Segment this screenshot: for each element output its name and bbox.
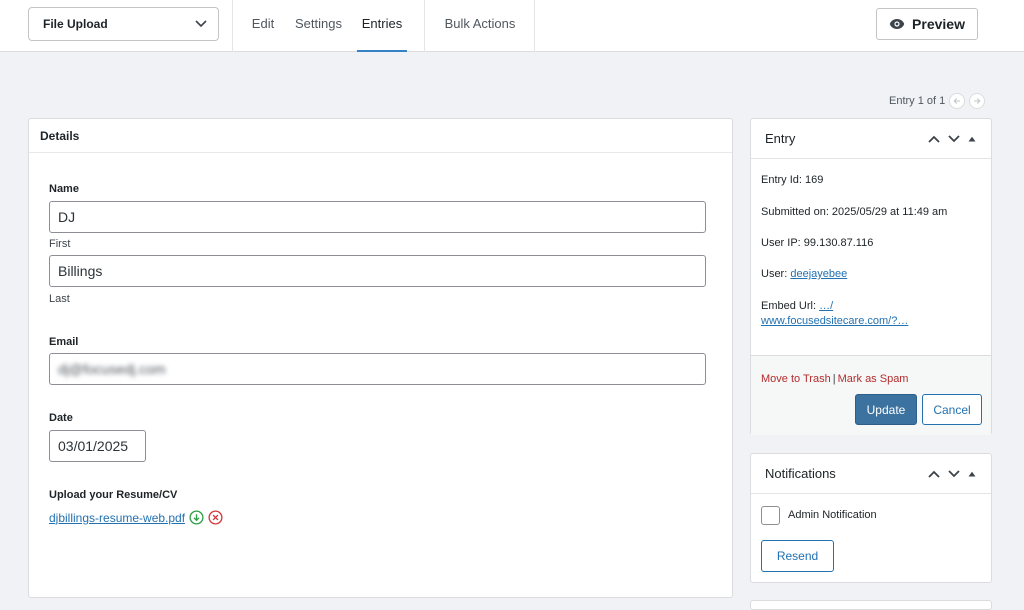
notifications-panel-header: Notifications	[751, 454, 991, 494]
move-up-button[interactable]	[927, 469, 941, 479]
entry-actions: Move to Trash | Mark as Spam Update Cancel	[751, 355, 991, 435]
form-selector-value: File Upload	[43, 17, 108, 31]
mark-as-spam-link[interactable]: Mark as Spam	[838, 373, 909, 385]
toolbar-divider	[232, 0, 233, 52]
preview-button[interactable]: Preview	[876, 8, 978, 40]
toolbar-divider	[424, 0, 425, 52]
date-input[interactable]	[49, 430, 146, 462]
submitted-on: Submitted on: 2025/05/29 at 11:49 am	[761, 206, 948, 218]
entry-panel: Entry Entry Id: 169 Submitted on: 2025/0…	[750, 118, 992, 435]
embed-url-link[interactable]: www.focusedsitecare.com/?…	[761, 315, 908, 327]
trash-spam-row: Move to Trash | Mark as Spam	[761, 373, 908, 385]
embed-url-label: Embed Url:	[761, 300, 817, 312]
chevron-down-icon	[948, 469, 960, 477]
chevron-up-icon	[928, 470, 940, 478]
user-ip: User IP: 99.130.87.116	[761, 237, 874, 249]
admin-notification-label: Admin Notification	[788, 509, 877, 521]
entry-panel-title: Entry	[765, 131, 796, 146]
arrow-right-icon	[974, 98, 981, 104]
tab-settings[interactable]: Settings	[294, 0, 343, 52]
move-down-button[interactable]	[947, 469, 961, 479]
chevron-up-icon	[928, 135, 940, 143]
entry-pager: Entry 1 of 1	[889, 92, 986, 110]
resend-button[interactable]: Resend	[761, 540, 834, 572]
prev-entry-button[interactable]	[949, 93, 966, 109]
next-panel	[750, 600, 992, 610]
preview-label: Preview	[912, 16, 965, 32]
name-label: Name	[49, 183, 79, 195]
collapse-toggle[interactable]	[967, 135, 977, 143]
details-panel: Details Name First Last Email dj@focused…	[28, 118, 733, 598]
first-sublabel: First	[49, 238, 71, 250]
move-down-button[interactable]	[947, 134, 961, 144]
user-row: User: deejayebee	[761, 267, 847, 282]
update-button[interactable]: Update	[855, 394, 917, 425]
toolbar-divider	[534, 0, 535, 52]
email-input[interactable]: dj@focusedj.com	[49, 353, 706, 385]
file-link[interactable]: djbillings-resume-web.pdf	[49, 511, 185, 525]
embed-url-row: Embed Url: …/	[761, 299, 833, 314]
tab-bulk-actions[interactable]: Bulk Actions	[444, 0, 516, 52]
upload-label: Upload your Resume/CV	[49, 489, 178, 501]
delete-icon[interactable]	[208, 510, 223, 525]
user-link[interactable]: deejayebee	[790, 268, 847, 280]
download-icon[interactable]	[189, 510, 204, 525]
user-label: User:	[761, 268, 788, 280]
move-to-trash-link[interactable]: Move to Trash	[761, 373, 831, 385]
eye-icon	[889, 19, 905, 29]
arrow-left-icon	[953, 98, 961, 104]
entry-pager-text: Entry 1 of 1	[889, 95, 946, 107]
uploaded-file: djbillings-resume-web.pdf	[49, 510, 223, 525]
cancel-button[interactable]: Cancel	[922, 394, 982, 425]
admin-notification-checkbox[interactable]	[761, 506, 780, 525]
last-sublabel: Last	[49, 293, 70, 305]
chevron-down-icon	[195, 20, 207, 28]
entry-id: Entry Id: 169	[761, 174, 824, 186]
first-name-input[interactable]	[49, 201, 706, 233]
form-selector-dropdown[interactable]: File Upload	[28, 7, 219, 41]
last-name-input[interactable]	[49, 255, 706, 287]
details-title: Details	[29, 119, 732, 153]
next-entry-button[interactable]	[969, 93, 986, 109]
date-label: Date	[49, 412, 73, 424]
embed-url-link-short[interactable]: …/	[819, 300, 833, 312]
link-divider: |	[832, 373, 836, 385]
notifications-panel: Notifications Admin Notification Resend	[750, 453, 992, 583]
move-up-button[interactable]	[927, 134, 941, 144]
entry-panel-header: Entry	[751, 119, 991, 159]
chevron-down-icon	[948, 134, 960, 142]
email-label: Email	[49, 336, 79, 348]
notifications-title: Notifications	[765, 466, 836, 481]
embed-url-row-2: www.focusedsitecare.com/?…	[761, 314, 908, 329]
top-bar: File Upload Edit Settings Entries Bulk A…	[0, 0, 1024, 52]
email-value: dj@focusedj.com	[58, 361, 166, 377]
tab-entries[interactable]: Entries	[357, 0, 407, 52]
collapse-toggle[interactable]	[967, 470, 977, 478]
triangle-up-icon	[968, 471, 976, 476]
tab-edit[interactable]: Edit	[250, 0, 276, 52]
triangle-up-icon	[968, 136, 976, 141]
